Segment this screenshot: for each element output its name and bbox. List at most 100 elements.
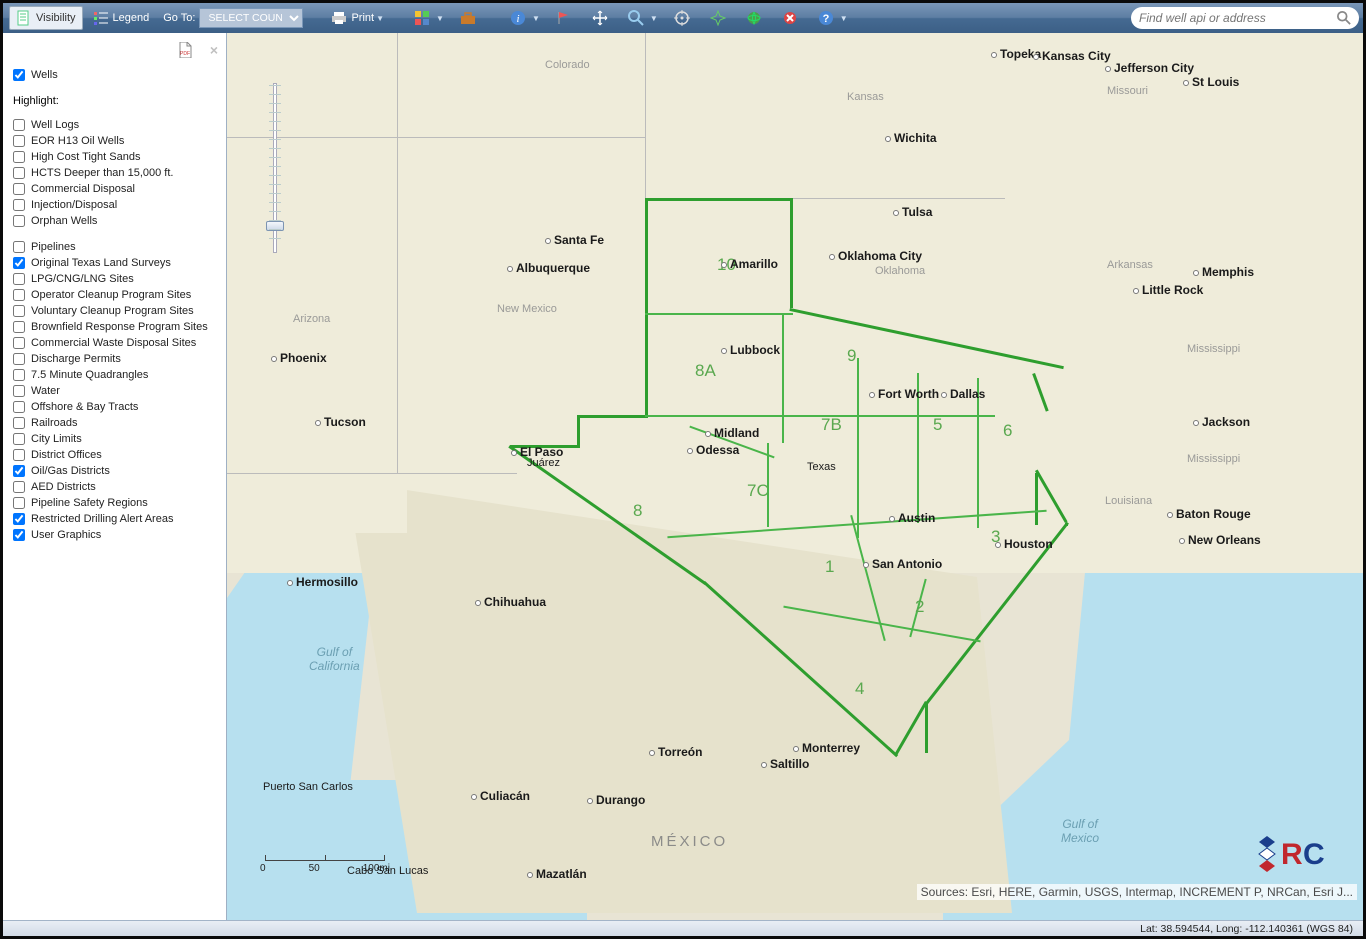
layer-checkbox[interactable] [13,337,25,349]
layer-checkbox[interactable] [13,321,25,333]
layer-checkbox[interactable] [13,401,25,413]
layer-checkbox[interactable] [13,119,25,131]
map-canvas[interactable]: 0 50 100mi R C Sources: Esri, HERE, Garm… [227,33,1363,920]
layer-row: EOR H13 Oil Wells [13,133,218,149]
layer-row: Orphan Wells [13,213,218,229]
status-bar: Lat: 38.594544, Long: -112.140361 (WGS 8… [3,920,1363,936]
zoom-slider[interactable] [263,73,287,263]
layer-checkbox[interactable] [13,151,25,163]
clear-button[interactable] [776,6,808,30]
layer-checkbox[interactable] [13,513,25,525]
basemap-button[interactable]: ▼ [408,6,450,30]
city-label: San Antonio [863,557,942,571]
layer-checkbox[interactable] [13,369,25,381]
info-button[interactable]: i▼ [504,6,546,30]
svg-text:?: ? [822,13,829,25]
layer-checkbox[interactable] [13,167,25,179]
layer-checkbox[interactable] [13,481,25,493]
layer-row: Railroads [13,415,218,431]
layer-label: District Offices [31,449,102,461]
layer-row: Operator Cleanup Program Sites [13,287,218,303]
layer-checkbox[interactable] [13,497,25,509]
layer-label: Discharge Permits [31,353,121,365]
city-label: Torreón [649,745,702,759]
layer-checkbox[interactable] [13,273,25,285]
flag-icon [556,10,572,26]
city-label: Albuquerque [507,261,590,275]
layer-label: Injection/Disposal [31,199,117,211]
layer-checkbox[interactable] [13,433,25,445]
layer-checkbox[interactable] [13,183,25,195]
layer-checkbox[interactable] [13,289,25,301]
pan-button[interactable] [586,6,618,30]
help-icon: ? [818,10,834,26]
chevron-down-icon: ▼ [436,14,444,23]
city-label: Amarillo [721,257,778,271]
layer-checkbox[interactable] [13,241,25,253]
search-box[interactable] [1131,7,1359,29]
city-label: Oklahoma City [829,249,922,263]
layer-label: Water [31,385,60,397]
search-icon[interactable] [1337,11,1351,25]
layer-label: Offshore & Bay Tracts [31,401,138,413]
layer-checkbox[interactable] [13,353,25,365]
target-button[interactable] [668,6,700,30]
city-label: Culiacán [471,789,530,803]
close-icon [782,10,798,26]
county-select[interactable]: SELECT COUNTY [199,8,303,28]
city-label-small: Texas [807,461,836,473]
state-label: Missouri [1107,85,1148,97]
layer-checkbox[interactable] [13,417,25,429]
city-label: Wichita [885,131,937,145]
layer-checkbox[interactable] [13,199,25,211]
visibility-button[interactable]: Visibility [9,6,83,30]
city-label: Hermosillo [287,575,358,589]
layer-checkbox[interactable] [13,69,25,81]
help-button[interactable]: ?▼ [812,6,854,30]
city-label: Houston [995,537,1053,551]
legend-button[interactable]: Legend [87,6,156,30]
layer-checkbox[interactable] [13,257,25,269]
layer-label: Orphan Wells [31,215,97,227]
layer-checkbox[interactable] [13,529,25,541]
layer-label: Commercial Disposal [31,183,135,195]
layer-row: User Graphics [13,527,218,543]
layer-label: Commercial Waste Disposal Sites [31,337,196,349]
globe-button[interactable] [740,6,772,30]
layer-row: Pipelines [13,239,218,255]
layer-checkbox[interactable] [13,465,25,477]
pdf-export-icon[interactable]: PDF [178,42,192,58]
state-label: Oklahoma [875,265,925,277]
layer-row: LPG/CNG/LNG Sites [13,271,218,287]
layer-checkbox[interactable] [13,305,25,317]
flag-button[interactable] [550,6,582,30]
city-label: Kansas City [1033,49,1111,63]
layer-row: City Limits [13,431,218,447]
layer-row: 7.5 Minute Quadrangles [13,367,218,383]
layer-row: Oil/Gas Districts [13,463,218,479]
layer-checkbox[interactable] [13,215,25,227]
scale-1: 50 [309,863,320,874]
search-input[interactable] [1139,11,1337,25]
district-label: 7B [821,415,842,435]
layer-row: District Offices [13,447,218,463]
rrc-logo: R C [1257,828,1341,876]
layer-checkbox[interactable] [13,449,25,461]
city-label: Little Rock [1133,283,1203,297]
map-attribution: Sources: Esri, HERE, Garmin, USGS, Inter… [917,884,1357,900]
city-label: Fort Worth [869,387,939,401]
sidebar-close-icon[interactable]: × [210,42,218,58]
print-button[interactable]: Print ▼ [325,6,390,30]
layer-label: Restricted Drilling Alert Areas [31,513,173,525]
svg-text:PDF: PDF [180,51,190,57]
layer-checkbox[interactable] [13,385,25,397]
zoom-button[interactable]: ▼ [622,6,664,30]
toolbox-button[interactable] [454,6,486,30]
city-label: Chihuahua [475,595,546,609]
chevron-down-icon: ▼ [532,14,540,23]
state-label: New Mexico [497,303,557,315]
layer-checkbox[interactable] [13,135,25,147]
layer-row: Pipeline Safety Regions [13,495,218,511]
pan-icon [592,10,608,26]
locate-button[interactable] [704,6,736,30]
